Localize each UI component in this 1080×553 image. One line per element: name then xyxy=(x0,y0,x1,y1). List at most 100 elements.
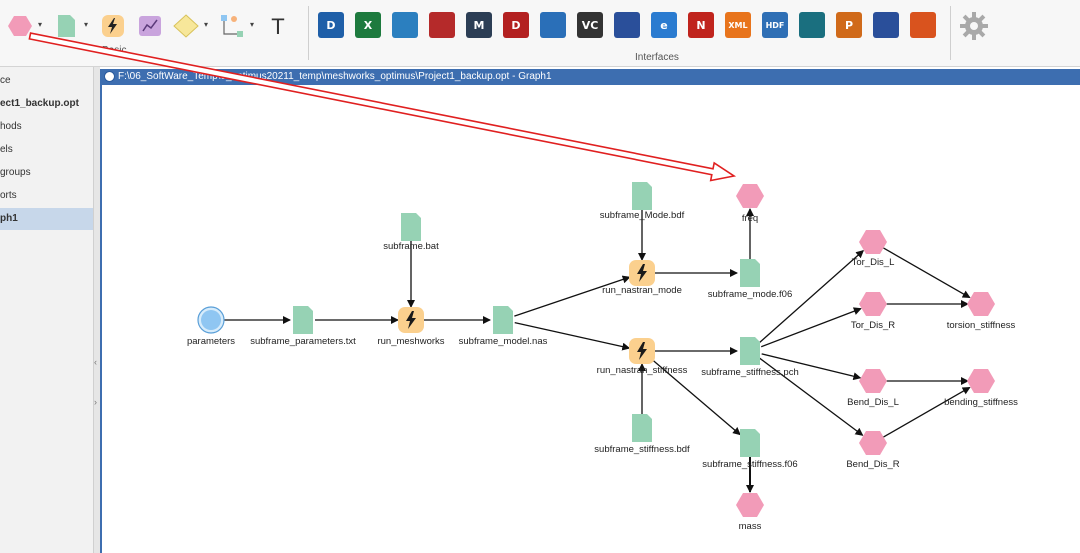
output-node-tool-icon[interactable] xyxy=(6,12,34,40)
node-tor-dis-l[interactable]: Tor_Dis_L xyxy=(852,230,895,268)
node-subframe-mode-f06[interactable]: subframe_mode.f06 xyxy=(708,259,793,300)
node-subframe-mode-bdf[interactable]: subframe_Mode.bdf xyxy=(600,182,685,221)
interface-bars-icon[interactable] xyxy=(614,12,640,38)
tree-item[interactable]: hods xyxy=(0,116,93,138)
node-label: subframe_stiffness.bdf xyxy=(594,444,690,455)
interface-pmatlab-icon[interactable]: P xyxy=(836,12,862,38)
project-tree: ce ect1_backup.opt hods els groups orts ph1 xyxy=(0,67,94,553)
tree-item[interactable]: groups xyxy=(0,162,93,184)
node-subframe-stiffness-pch[interactable]: subframe_stiffness.pch xyxy=(701,337,799,378)
output-node-icon xyxy=(736,184,764,208)
workflow-graph[interactable]: parameters subframe_parameters.txtsubfram… xyxy=(102,69,1080,553)
tree-item[interactable]: ph1 xyxy=(0,208,93,230)
expand-right-icon: › xyxy=(94,397,97,407)
node-label: subframe_Mode.bdf xyxy=(600,210,685,221)
node-freq[interactable]: freq xyxy=(736,184,764,224)
interface-n-icon[interactable]: N xyxy=(688,12,714,38)
chart-node-tool-icon[interactable] xyxy=(136,12,164,40)
graph-window: parameters subframe_parameters.txt subfram… xyxy=(100,69,1080,553)
node-subframe-stiffness-f06[interactable]: subframe_stiffness.f06 xyxy=(702,429,798,470)
interface-bars2-icon[interactable] xyxy=(873,12,899,38)
file-node-icon xyxy=(740,429,760,457)
app-icon xyxy=(104,71,115,82)
action-node-tool-icon[interactable] xyxy=(99,12,127,40)
output-node-icon xyxy=(967,369,995,393)
text-tool-icon[interactable]: T xyxy=(264,12,292,40)
node-label: Bend_Dis_L xyxy=(847,397,899,408)
file-node-tool-icon[interactable] xyxy=(52,12,80,40)
interface-hdf-icon[interactable]: HDF xyxy=(762,12,788,38)
node-label: mass xyxy=(739,521,762,532)
interface-ste-icon[interactable] xyxy=(799,12,825,38)
action-node-icon xyxy=(629,260,655,286)
node-subframe-bat[interactable]: subframe.bat xyxy=(383,213,439,252)
node-label: run_meshworks xyxy=(377,336,444,347)
interface-cad-icon[interactable] xyxy=(429,12,455,38)
chevron-down-icon[interactable]: ▾ xyxy=(38,20,42,29)
node-label: run_nastran_stiffness xyxy=(597,365,688,376)
toolbar: ▾ ▾ ▾ ▾ T Basic D X M D VC e N XML HDF P Interfac… xyxy=(0,0,1080,67)
interface-d-icon[interactable]: D xyxy=(318,12,344,38)
file-node-icon xyxy=(293,306,313,334)
output-node-icon xyxy=(736,493,764,517)
node-label: run_nastran_mode xyxy=(602,285,682,296)
node-label: subframe.bat xyxy=(383,241,439,252)
graph-title-bar: F:\06_SoftWare_Temp\0_optimus20211_temp\… xyxy=(102,69,1080,85)
gear-icon[interactable] xyxy=(958,10,990,42)
graph-edge[interactable] xyxy=(883,247,971,299)
chevron-down-icon[interactable]: ▾ xyxy=(250,20,254,29)
node-subframe-stiffness-bdf[interactable]: subframe_stiffness.bdf xyxy=(594,414,690,455)
node-label: Tor_Dis_R xyxy=(851,320,895,331)
node-run-meshworks[interactable]: run_meshworks xyxy=(377,307,445,347)
collapse-left-icon: ‹ xyxy=(94,357,97,367)
chevron-down-icon[interactable]: ▾ xyxy=(204,20,208,29)
condition-node-tool-icon[interactable] xyxy=(172,12,200,40)
node-label: parameters xyxy=(187,336,235,347)
toolbar-separator xyxy=(308,6,309,60)
node-tor-dis-r[interactable]: Tor_Dis_R xyxy=(851,292,895,331)
node-mass[interactable]: mass xyxy=(736,493,764,532)
graph-edge[interactable] xyxy=(883,386,971,438)
interface-excel-icon[interactable]: X xyxy=(355,12,381,38)
node-subframe-parameters-txt[interactable]: subframe_parameters.txt xyxy=(250,306,356,347)
graph-edge[interactable] xyxy=(514,275,631,317)
output-node-icon xyxy=(859,369,887,393)
toolbar-separator xyxy=(950,6,951,60)
action-node-icon xyxy=(629,338,655,364)
node-label: subframe_mode.f06 xyxy=(708,289,793,300)
svg-text:T: T xyxy=(271,14,284,39)
node-run-nastran-mode[interactable]: run_nastran_mode xyxy=(602,260,682,296)
interface-e-icon[interactable]: e xyxy=(651,12,677,38)
node-label: Tor_Dis_L xyxy=(852,257,895,268)
interface-db-icon[interactable]: D xyxy=(503,12,529,38)
output-node-icon xyxy=(859,292,887,316)
tree-item[interactable]: ce xyxy=(0,70,93,92)
interface-matlab-icon[interactable] xyxy=(910,12,936,38)
input-node-icon xyxy=(197,306,225,334)
node-torsion-stiffness[interactable]: torsion_stiffness xyxy=(947,292,1016,331)
tree-item[interactable]: orts xyxy=(0,185,93,207)
file-node-icon xyxy=(401,213,421,241)
node-bend-dis-r[interactable]: Bend_Dis_R xyxy=(846,431,900,470)
tree-item[interactable]: els xyxy=(0,139,93,161)
output-node-icon xyxy=(967,292,995,316)
interfaces-group-label: Interfaces xyxy=(635,52,679,63)
output-node-icon xyxy=(859,431,887,455)
interface-m-icon[interactable]: M xyxy=(466,12,492,38)
tree-item[interactable]: ect1_backup.opt xyxy=(0,93,93,115)
action-node-icon xyxy=(398,307,424,333)
file-node-icon xyxy=(740,259,760,287)
node-bend-dis-l[interactable]: Bend_Dis_L xyxy=(847,369,899,408)
interface-vc-icon[interactable]: VC xyxy=(577,12,603,38)
connector-tool-icon[interactable] xyxy=(218,12,246,40)
graph-title: F:\06_SoftWare_Temp\0_optimus20211_temp\… xyxy=(118,71,552,82)
chevron-down-icon[interactable]: ▾ xyxy=(84,20,88,29)
interface-mail-icon[interactable] xyxy=(540,12,566,38)
node-label: subframe_model.nas xyxy=(459,336,548,347)
node-label: torsion_stiffness xyxy=(947,320,1016,331)
interface-xml-icon[interactable]: XML xyxy=(725,12,751,38)
node-parameters[interactable]: parameters xyxy=(187,306,235,347)
interface-vessel-icon[interactable] xyxy=(392,12,418,38)
node-label: freq xyxy=(742,213,758,224)
node-bending-stiffness[interactable]: bending_stiffness xyxy=(944,369,1018,408)
